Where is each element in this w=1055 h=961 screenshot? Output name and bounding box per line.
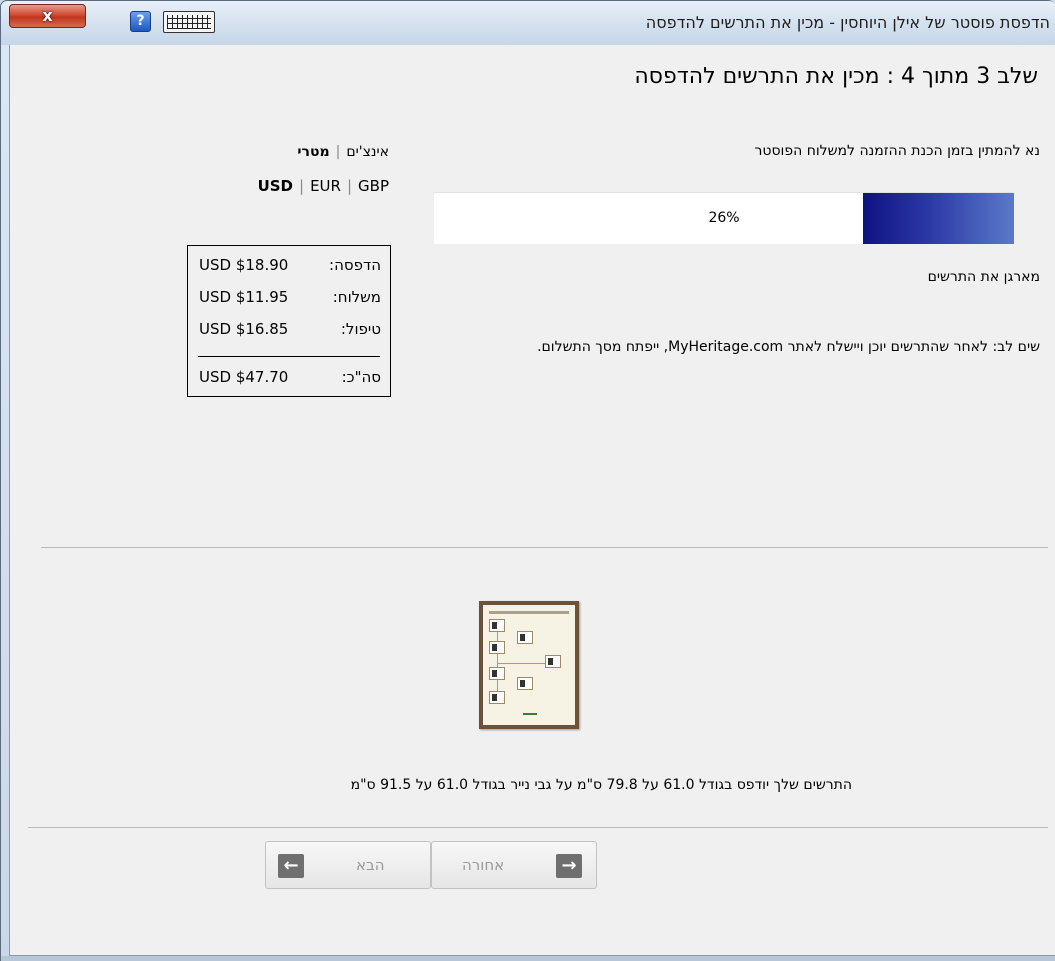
price-value: USD $18.90 <box>199 256 289 274</box>
currency-separator: | <box>346 177 353 195</box>
currency-usd-link[interactable]: USD <box>258 177 293 195</box>
unit-separator: | <box>335 144 341 160</box>
price-row-handling: USD $16.85 טיפול: <box>188 320 390 342</box>
currency-selector: USD | EUR | GBP <box>189 177 389 195</box>
price-divider <box>198 356 380 357</box>
app-window: x ? הדפסת פוסטר של אילן היוחסין - מכין א… <box>0 0 1055 961</box>
progress-label: 26% <box>708 210 740 226</box>
price-value: USD $11.95 <box>199 288 289 306</box>
close-button[interactable]: x <box>9 4 86 28</box>
price-label: הדפסה: <box>329 256 381 274</box>
poster-connector <box>497 627 498 701</box>
poster-preview-image <box>483 605 575 725</box>
help-button[interactable]: ? <box>130 11 151 32</box>
back-button[interactable]: אחורה → <box>431 841 597 889</box>
price-summary: USD $18.90 הדפסה: USD $11.95 משלוח: USD … <box>187 245 391 397</box>
total-value: USD $47.70 <box>199 368 289 386</box>
unit-selector: אינצ'ים | מטרי <box>233 144 389 160</box>
poster-preview-thumbnail <box>479 601 579 729</box>
back-button-label: אחורה <box>462 856 505 874</box>
progress-bar: 26% <box>434 192 1014 244</box>
currency-eur-link[interactable]: EUR <box>310 177 341 195</box>
unit-metric-link[interactable]: מטרי <box>297 144 329 160</box>
total-label: סה"כ: <box>341 368 381 386</box>
price-row-print: USD $18.90 הדפסה: <box>188 256 390 278</box>
price-label: טיפול: <box>340 320 381 338</box>
next-button[interactable]: ← הבא <box>265 841 431 889</box>
poster-card <box>489 641 505 654</box>
poster-card <box>517 677 533 690</box>
unit-inches-link[interactable]: אינצ'ים <box>346 144 389 160</box>
print-size-text: התרשים שלך יודפס בגודל 61.0 על 79.8 ס"מ … <box>350 777 852 793</box>
title-bar[interactable]: x ? הדפסת פוסטר של אילן היוחסין - מכין א… <box>1 1 1055 45</box>
price-row-total: USD $47.70 סה"כ: <box>188 368 390 390</box>
arrow-left-icon: ← <box>278 854 304 878</box>
price-label: משלוח: <box>332 288 381 306</box>
price-value: USD $16.85 <box>199 320 289 338</box>
wizard-content <box>9 45 1055 956</box>
window-bottom-border <box>1 956 1055 961</box>
poster-header <box>489 611 569 614</box>
wait-message: נא להמתין בזמן הכנת ההזמנה למשלוח הפוסטר <box>754 143 1040 159</box>
keyboard-icon[interactable] <box>163 11 215 33</box>
currency-separator: | <box>299 177 305 195</box>
currency-gbp-link[interactable]: GBP <box>358 177 389 195</box>
step-title: שלב 3 מתוך 4 : מכין את התרשים להדפסה <box>634 64 1038 89</box>
poster-card <box>545 655 561 668</box>
price-row-shipping: USD $11.95 משלוח: <box>188 288 390 310</box>
arrow-right-icon: → <box>556 854 582 878</box>
poster-card <box>489 619 505 632</box>
poster-card <box>489 667 505 680</box>
payment-note: שים לב: לאחר שהתרשים יוכן ויישלח לאתר My… <box>537 339 1040 355</box>
footer-divider <box>28 827 1048 828</box>
poster-card <box>517 631 533 644</box>
section-divider <box>41 547 1048 548</box>
next-button-label: הבא <box>356 856 385 874</box>
window-title: הדפסת פוסטר של אילן היוחסין - מכין את הת… <box>645 13 1050 32</box>
poster-footer <box>523 713 537 715</box>
status-text: מארגן את התרשים <box>927 269 1040 285</box>
poster-card <box>489 691 505 704</box>
